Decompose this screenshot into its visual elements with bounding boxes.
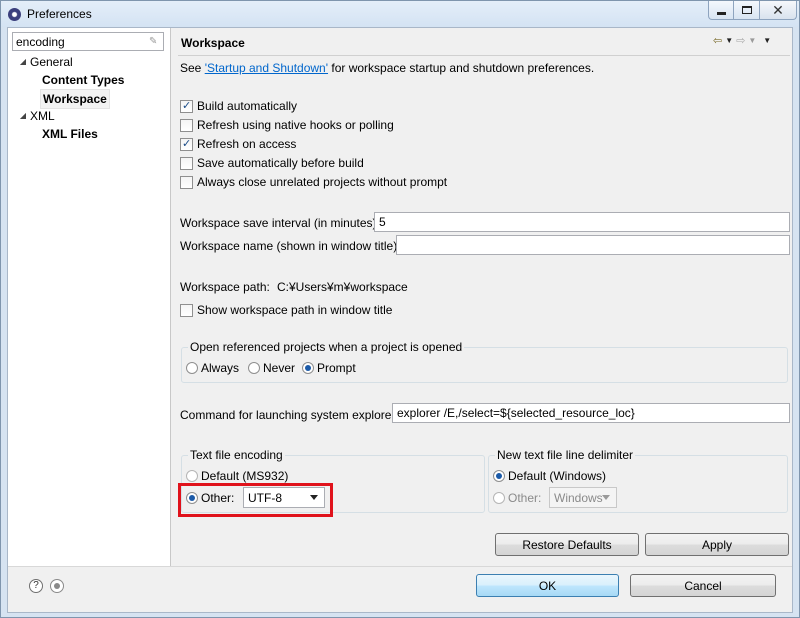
page-title: Workspace <box>181 36 245 50</box>
save-interval-input[interactable]: 5 <box>374 212 790 232</box>
refresh-native-hooks-checkbox[interactable]: Refresh using native hooks or polling <box>180 117 394 133</box>
checkbox-box[interactable] <box>180 137 193 151</box>
window-title: Preferences <box>27 7 92 21</box>
refresh-on-access-checkbox[interactable]: Refresh on access <box>180 136 296 152</box>
radio-circle[interactable] <box>248 362 260 374</box>
checkbox-label: Always close unrelated projects without … <box>197 175 448 189</box>
view-menu-chevron-down-icon[interactable]: ▼ <box>763 36 771 45</box>
radio-label: Prompt <box>317 361 356 375</box>
record-icon[interactable] <box>50 579 64 593</box>
workspace-name-label: Workspace name (shown in window title): <box>180 239 401 253</box>
open-ref-prompt-radio[interactable]: Prompt <box>302 360 356 376</box>
see-suffix: for workspace startup and shutdown prefe… <box>328 61 595 75</box>
forward-menu-chevron-down-icon[interactable]: ▼ <box>748 36 756 45</box>
radio-circle[interactable] <box>493 492 505 504</box>
radio-label: Always <box>201 361 240 375</box>
radio-circle[interactable] <box>302 362 314 374</box>
help-icon[interactable]: ? <box>29 579 43 593</box>
close-icon: ✕ <box>772 2 784 18</box>
workspace-path-value: C:¥Users¥m¥workspace <box>277 280 408 294</box>
radio-label: Never <box>263 361 296 375</box>
explorer-command-label: Command for launching system explorer: <box>180 408 399 422</box>
workspace-path-label: Workspace path: <box>180 280 270 294</box>
see-prefix: See <box>180 61 205 75</box>
group-title: Text file encoding <box>188 448 285 462</box>
tree-item-label: Content Types <box>42 73 125 87</box>
line-delimiter-group: New text file line delimiter Default (Wi… <box>488 448 788 513</box>
history-nav: ⇦ ▼ ⇨ ▼ ▼ <box>713 34 771 47</box>
tree-item-label: Workspace <box>40 89 110 109</box>
build-automatically-checkbox[interactable]: Build automatically <box>180 98 297 114</box>
delimiter-other-radio[interactable]: Other: <box>493 490 541 506</box>
workspace-name-input[interactable] <box>396 235 790 255</box>
minimize-button[interactable] <box>708 1 734 20</box>
expand-triangle-icon[interactable]: ◢ <box>19 107 27 125</box>
group-title: Open referenced projects when a project … <box>188 340 465 354</box>
back-arrow-icon[interactable]: ⇦ <box>713 34 722 47</box>
startup-shutdown-note: See 'Startup and Shutdown' for workspace… <box>180 61 594 75</box>
forward-arrow-icon[interactable]: ⇨ <box>736 34 745 47</box>
red-highlight-annotation <box>178 483 333 517</box>
radio-label: Default (MS932) <box>201 469 289 483</box>
radio-label: Other: <box>508 491 542 505</box>
checkbox-label: Refresh on access <box>197 137 297 151</box>
filter-text: encoding <box>16 35 65 49</box>
expand-triangle-icon[interactable]: ◢ <box>19 53 27 71</box>
apply-button[interactable]: Apply <box>645 533 789 556</box>
open-referenced-projects-group: Open referenced projects when a project … <box>181 340 788 383</box>
delimiter-select-value: Windows <box>554 491 603 505</box>
save-before-build-checkbox[interactable]: Save automatically before build <box>180 155 364 171</box>
group-title: New text file line delimiter <box>495 448 636 462</box>
radio-circle[interactable] <box>186 470 198 482</box>
footer-divider <box>8 566 792 567</box>
dialog-client-area: encoding ✎ ◢ General Content Types Works… <box>7 27 793 613</box>
header-divider <box>178 55 790 56</box>
preferences-window: Preferences ✕ encoding ✎ ◢ General Conte… <box>0 0 800 618</box>
restore-defaults-button[interactable]: Restore Defaults <box>495 533 639 556</box>
maximize-button[interactable] <box>733 1 760 20</box>
radio-label: Default (Windows) <box>508 469 607 483</box>
checkbox-label: Refresh using native hooks or polling <box>197 118 394 132</box>
tree-item-label: XML Files <box>42 127 98 141</box>
radio-circle[interactable] <box>493 470 505 482</box>
open-ref-always-radio[interactable]: Always <box>186 360 239 376</box>
delimiter-default-radio[interactable]: Default (Windows) <box>493 468 606 484</box>
chevron-down-icon <box>602 495 610 500</box>
preference-tree-pane: encoding ✎ ◢ General Content Types Works… <box>8 28 171 566</box>
encoding-default-radio[interactable]: Default (MS932) <box>186 468 288 484</box>
checkbox-label: Show workspace path in window title <box>197 303 393 317</box>
checkbox-label: Save automatically before build <box>197 156 364 170</box>
radio-circle[interactable] <box>186 362 198 374</box>
checkbox-box[interactable] <box>180 175 193 189</box>
title-bar[interactable]: Preferences ✕ <box>1 1 799 27</box>
minimize-icon <box>716 12 726 15</box>
maximize-icon <box>741 6 752 14</box>
close-unrelated-projects-checkbox[interactable]: Always close unrelated projects without … <box>180 174 447 190</box>
open-ref-never-radio[interactable]: Never <box>248 360 295 376</box>
checkbox-label: Build automatically <box>197 99 298 113</box>
checkbox-box[interactable] <box>180 99 193 113</box>
checkbox-box[interactable] <box>180 156 193 170</box>
tree-item-label: XML <box>30 109 55 123</box>
close-button[interactable]: ✕ <box>759 1 797 20</box>
explorer-command-input[interactable]: explorer /E,/select=${selected_resource_… <box>392 403 790 423</box>
show-path-in-title-checkbox[interactable]: Show workspace path in window title <box>180 302 392 318</box>
eclipse-icon <box>8 8 21 21</box>
clear-filter-icon[interactable]: ✎ <box>149 36 159 48</box>
delimiter-select[interactable]: Windows <box>549 487 617 508</box>
startup-shutdown-link[interactable]: 'Startup and Shutdown' <box>205 61 328 75</box>
back-menu-chevron-down-icon[interactable]: ▼ <box>725 36 733 45</box>
save-interval-label: Workspace save interval (in minutes): <box>180 216 380 230</box>
ok-button[interactable]: OK <box>476 574 619 597</box>
cancel-button[interactable]: Cancel <box>630 574 776 597</box>
filter-input[interactable]: encoding ✎ <box>12 32 164 51</box>
checkbox-box[interactable] <box>180 118 193 132</box>
checkbox-box[interactable] <box>180 303 193 317</box>
tree-item-label: General <box>30 55 73 69</box>
